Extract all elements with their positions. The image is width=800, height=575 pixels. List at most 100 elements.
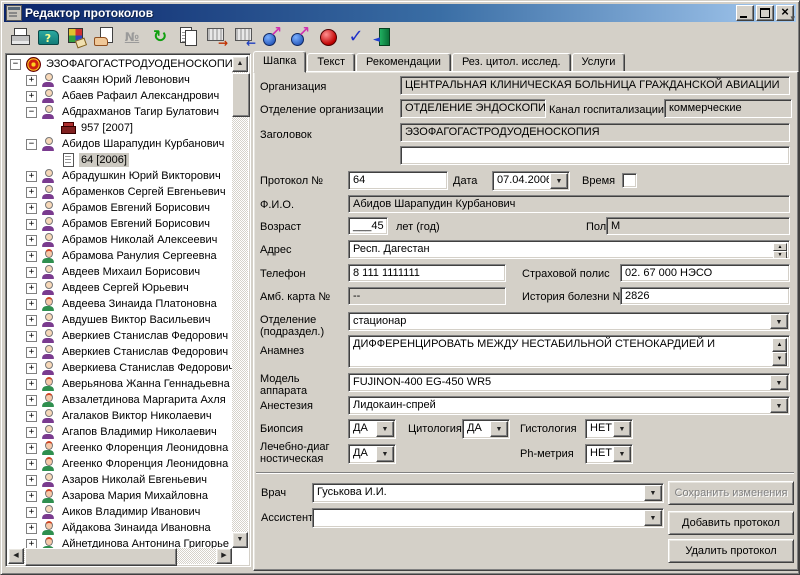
scroll-left-icon[interactable]: ◀: [8, 548, 24, 564]
scroll-up-icon[interactable]: ▲: [772, 338, 787, 352]
expand-toggle-icon[interactable]: +: [26, 219, 37, 230]
tree-item[interactable]: +Авдеев Сергей Юрьевич: [8, 280, 232, 296]
tree-item[interactable]: +Авдушев Виктор Васильевич: [8, 312, 232, 328]
expand-toggle-icon[interactable]: −: [10, 59, 21, 70]
department-combo[interactable]: стационар ▼: [348, 312, 790, 331]
expand-toggle-icon[interactable]: +: [26, 395, 37, 406]
assistant-combo[interactable]: ▼: [312, 508, 664, 528]
expand-toggle-icon[interactable]: −: [26, 139, 37, 150]
tree-item[interactable]: +Агеенко Флоренция Леонидовна: [8, 456, 232, 472]
tab-2[interactable]: Текст: [307, 53, 355, 72]
copy-documents-icon[interactable]: [176, 25, 200, 49]
expand-toggle-icon[interactable]: +: [26, 539, 37, 549]
expand-toggle-icon[interactable]: +: [26, 171, 37, 182]
tree-item[interactable]: +Абраменков Сергей Евгеньевич: [8, 184, 232, 200]
tree-item[interactable]: 957 [2007]: [8, 120, 232, 136]
confirm-icon[interactable]: ✓: [344, 25, 368, 49]
date-combo[interactable]: 07.04.2006 ▼: [492, 171, 570, 191]
add-protocol-button[interactable]: Добавить протокол: [668, 511, 794, 535]
org-field[interactable]: ЦЕНТРАЛЬНАЯ КЛИНИЧЕСКАЯ БОЛЬНИЦА ГРАЖДАН…: [400, 76, 790, 95]
scroll-right-icon[interactable]: ▶: [216, 548, 232, 564]
histology-dropdown-icon[interactable]: ▼: [613, 421, 631, 437]
biopsy-combo[interactable]: ДА ▼: [348, 419, 396, 439]
expand-toggle-icon[interactable]: −: [26, 107, 37, 118]
expand-toggle-icon[interactable]: +: [26, 459, 37, 470]
paste-document-icon[interactable]: [92, 25, 116, 49]
address-field[interactable]: Респ. Дагестан ▲▼: [348, 240, 790, 259]
tab-4[interactable]: Рез. цитол. исслед.: [452, 53, 571, 72]
hosp-channel-field[interactable]: коммерческие: [664, 99, 792, 118]
tree-item[interactable]: +Абрамов Евгений Борисович: [8, 200, 232, 216]
expand-toggle-icon[interactable]: +: [26, 363, 37, 374]
expand-toggle-icon[interactable]: +: [26, 411, 37, 422]
tab-5[interactable]: Услуги: [572, 53, 626, 72]
biopsy-dropdown-icon[interactable]: ▼: [376, 421, 394, 437]
toolbar-overflow-icon[interactable]: ▾: [790, 13, 795, 24]
therapeutic-combo[interactable]: ДА ▼: [348, 444, 396, 464]
scroll-up-icon[interactable]: ▲: [232, 56, 248, 72]
case-history-field[interactable]: 2826: [620, 287, 790, 305]
tree-item[interactable]: 64 [2006]: [8, 152, 232, 168]
tree-item[interactable]: +Аверьянова Жанна Геннадьевна: [8, 376, 232, 392]
expand-toggle-icon[interactable]: +: [26, 251, 37, 262]
tree-vertical-scrollbar[interactable]: ▲ ▼: [232, 56, 248, 548]
expand-toggle-icon[interactable]: +: [26, 315, 37, 326]
refresh-icon[interactable]: ↻: [148, 25, 172, 49]
assistant-dropdown-icon[interactable]: ▼: [644, 510, 662, 526]
scroll-down-icon[interactable]: ▼: [232, 532, 248, 548]
tab-1[interactable]: Шапка: [253, 51, 306, 73]
histology-combo[interactable]: НЕТ ▼: [585, 419, 633, 439]
tree-item[interactable]: +Азаров Николай Евгеньевич: [8, 472, 232, 488]
tree-item[interactable]: −ЭЗОФАГОГАСТРОДУОДЕНОСКОПИЯ: [8, 56, 232, 72]
delete-protocol-button[interactable]: Удалить протокол: [668, 539, 794, 563]
settings-icon[interactable]: [64, 25, 88, 49]
date-dropdown-icon[interactable]: ▼: [550, 173, 568, 189]
record-icon[interactable]: [316, 25, 340, 49]
scroll-down-icon[interactable]: ▼: [772, 352, 787, 366]
header-field[interactable]: ЭЗОФАГОГАСТРОДУОДЕНОСКОПИЯ: [400, 123, 790, 142]
address-spinner[interactable]: ▲▼: [773, 243, 787, 256]
phone-field[interactable]: 8 111 1111111: [348, 264, 506, 282]
tree-item[interactable]: +Авдеев Михаил Борисович: [8, 264, 232, 280]
tree-item[interactable]: +Айдакова Зинаида Ивановна: [8, 520, 232, 536]
spin-up-icon[interactable]: ▲: [773, 243, 787, 251]
tree-item[interactable]: +Аверкиева Станислав Федорович: [8, 360, 232, 376]
expand-toggle-icon[interactable]: +: [26, 507, 37, 518]
ph-metry-dropdown-icon[interactable]: ▼: [613, 446, 631, 462]
tree-item[interactable]: +Айнетдинова Антонина Григорье: [8, 536, 232, 548]
header-field-2[interactable]: [400, 146, 790, 165]
data-import-icon[interactable]: [288, 25, 312, 49]
tree-item[interactable]: +Азарова Мария Михайловна: [8, 488, 232, 504]
tree-item[interactable]: +Абаев Рафаил Александрович: [8, 88, 232, 104]
expand-toggle-icon[interactable]: +: [26, 331, 37, 342]
protocol-no-field[interactable]: 64: [348, 171, 448, 190]
horizontal-scroll-thumb[interactable]: [25, 548, 177, 566]
tree-item[interactable]: +Абрадушкин Юрий Викторович: [8, 168, 232, 184]
anamnesis-field[interactable]: ДИФФЕРЕНЦИРОВАТЬ МЕЖДУ НЕСТАБИЛЬНОЙ СТЕН…: [348, 335, 790, 368]
tree-item[interactable]: +Агалаков Виктор Николаевич: [8, 408, 232, 424]
expand-toggle-icon[interactable]: +: [26, 283, 37, 294]
ph-metry-combo[interactable]: НЕТ ▼: [585, 444, 633, 464]
tree-item[interactable]: +Авзалетдинова Маргарита Ахля: [8, 392, 232, 408]
sex-field[interactable]: М: [606, 217, 790, 235]
tree-item[interactable]: +Абрамов Николай Алексеевич: [8, 232, 232, 248]
expand-toggle-icon[interactable]: +: [26, 475, 37, 486]
tree-horizontal-scrollbar[interactable]: ◀ ▶: [8, 548, 232, 564]
tree-item[interactable]: +Авдеева Зинаида Платоновна: [8, 296, 232, 312]
print-icon[interactable]: [8, 25, 32, 49]
vertical-scroll-thumb[interactable]: [232, 73, 250, 117]
fio-field[interactable]: Абидов Шарапудин Курбанович: [348, 195, 790, 213]
anesthesia-dropdown-icon[interactable]: ▼: [770, 398, 788, 413]
therapeutic-dropdown-icon[interactable]: ▼: [376, 446, 394, 462]
expand-toggle-icon[interactable]: +: [26, 523, 37, 534]
exit-icon[interactable]: [372, 25, 396, 49]
maximize-icon[interactable]: [756, 5, 774, 21]
tree-item[interactable]: +Абрамова Ранулия Сергеевна: [8, 248, 232, 264]
expand-toggle-icon[interactable]: +: [26, 427, 37, 438]
form-export-icon[interactable]: [204, 25, 228, 49]
expand-toggle-icon[interactable]: +: [26, 347, 37, 358]
expand-toggle-icon[interactable]: +: [26, 203, 37, 214]
tree-item[interactable]: +Агеенко Флоренция Леонидовна: [8, 440, 232, 456]
expand-toggle-icon[interactable]: +: [26, 379, 37, 390]
doctor-combo[interactable]: Гуськова И.И. ▼: [312, 483, 664, 503]
